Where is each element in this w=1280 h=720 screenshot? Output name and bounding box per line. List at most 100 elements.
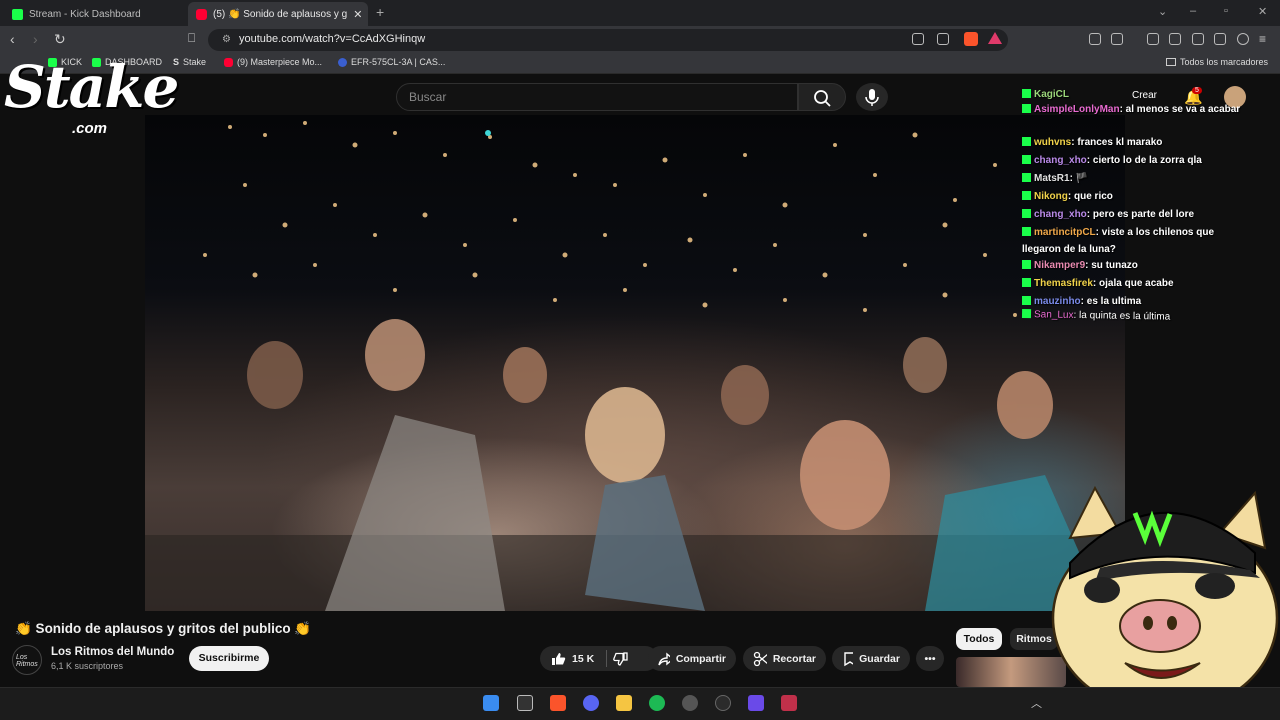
- chat-username: San_Lux: [1033, 309, 1074, 321]
- extensions-icon[interactable]: [1089, 33, 1101, 45]
- kick-badge-icon: [1022, 173, 1031, 182]
- clip-button[interactable]: Recortar: [743, 646, 826, 671]
- search-input[interactable]: [396, 83, 798, 111]
- brave-browser-icon[interactable]: [550, 695, 566, 711]
- bookmark-icon[interactable]: ⎕: [188, 31, 195, 46]
- chat-message: Nikamper9: su tunazo: [1022, 257, 1250, 274]
- new-tab-button[interactable]: +: [376, 4, 384, 20]
- chat-message: AsimpleLonlyMan: al menos se va a acabar: [1022, 101, 1250, 118]
- chat-text: : su tunazo: [1085, 260, 1138, 271]
- system-tray-chevron-icon[interactable]: ︿: [1031, 695, 1042, 711]
- all-bookmarks-folder[interactable]: Todos los marcadores: [1166, 57, 1268, 67]
- like-dislike-group: 15 K: [540, 646, 658, 671]
- url-text[interactable]: youtube.com/watch?v=CcAdXGHinqw: [239, 33, 425, 45]
- chat-message: chang_xho: pero es parte del lore: [1022, 206, 1250, 223]
- menu-icon[interactable]: ≡: [1259, 32, 1266, 46]
- reload-icon[interactable]: ↻: [54, 31, 66, 48]
- chat-text: : la quinta es la última: [1073, 309, 1171, 323]
- leo-icon[interactable]: [1214, 33, 1226, 45]
- more-actions-button[interactable]: •••: [916, 646, 944, 671]
- bookmark-label: Stake: [183, 57, 207, 67]
- spotify-icon[interactable]: [649, 695, 665, 711]
- chat-message: chang_xho: cierto lo de la zorra qla: [1022, 152, 1250, 169]
- subscriber-count: 6,1 K suscriptores: [51, 661, 124, 671]
- save-bookmark-icon: [844, 651, 854, 666]
- tab-youtube-video[interactable]: (5) 👏 Sonido de aplausos y g ✕: [188, 2, 368, 26]
- video-title: 👏 Sonido de aplausos y gritos del public…: [15, 621, 312, 636]
- chat-message: martincitpCL: viste a los chilenos que l…: [1022, 224, 1250, 258]
- grid-app-icon[interactable]: [748, 695, 764, 711]
- bookmark-label: EFR-575CL-3A | CAS...: [351, 57, 446, 67]
- wallet-icon[interactable]: [1192, 33, 1204, 45]
- bookmark-masterpiece[interactable]: (9) Masterpiece Mo...: [224, 57, 322, 67]
- streamer-mascot-cat: [1051, 485, 1279, 702]
- kick-icon: [12, 8, 23, 20]
- share-page-icon[interactable]: [937, 33, 949, 45]
- task-view-icon[interactable]: [517, 695, 533, 711]
- channel-avatar-text: Los Ritmos: [16, 654, 38, 668]
- tab-kick-dashboard[interactable]: Stream - Kick Dashboard: [4, 2, 184, 26]
- minimize-button[interactable]: –: [1190, 5, 1196, 17]
- subscribe-button[interactable]: Suscribirme: [189, 646, 269, 671]
- chat-username: chang_xho: [1034, 155, 1087, 166]
- close-window-button[interactable]: ✕: [1258, 5, 1267, 18]
- share-button[interactable]: Compartir: [648, 646, 736, 671]
- obs-icon[interactable]: [715, 695, 731, 711]
- maximize-button[interactable]: ▫: [1224, 5, 1228, 17]
- bookmark-stake[interactable]: S Stake: [173, 57, 206, 67]
- chat-text: : cierto lo de la zorra qla: [1086, 155, 1202, 166]
- screenshot-icon[interactable]: [1111, 33, 1123, 45]
- like-button[interactable]: 15 K: [550, 651, 594, 667]
- cast-icon[interactable]: [912, 33, 924, 45]
- close-tab-icon[interactable]: ✕: [353, 8, 362, 21]
- channel-avatar[interactable]: Los Ritmos: [12, 645, 42, 675]
- bookmark-casio[interactable]: EFR-575CL-3A | CAS...: [338, 57, 445, 67]
- chat-username: KagiCL: [1034, 89, 1069, 100]
- search-button[interactable]: [798, 83, 846, 111]
- youtube-icon: [196, 8, 207, 20]
- chat-text: : frances kl marako: [1071, 137, 1163, 148]
- brave-rewards-icon[interactable]: [988, 32, 1002, 44]
- search-icon: [814, 90, 831, 107]
- tab-search-icon[interactable]: ⌄: [1158, 5, 1167, 18]
- valorant-icon[interactable]: [781, 695, 797, 711]
- more-icon: •••: [924, 652, 936, 665]
- chat-username: AsimpleLonlyMan: [1034, 104, 1120, 115]
- chat-message: Themasfirek: ojala que acabe: [1022, 275, 1250, 292]
- file-explorer-icon[interactable]: [616, 695, 632, 711]
- tab-label: (5) 👏 Sonido de aplausos y g: [213, 8, 348, 20]
- chip-all[interactable]: Todos: [956, 628, 1002, 650]
- kick-badge-icon: [1022, 278, 1031, 287]
- thumbs-down-icon[interactable]: [613, 651, 629, 667]
- concert-crowd-image: [145, 121, 1125, 611]
- back-icon[interactable]: ‹: [10, 31, 15, 47]
- kick-badge-icon: [1022, 191, 1031, 200]
- search-placeholder: Buscar: [409, 90, 447, 104]
- discord-icon[interactable]: [583, 695, 599, 711]
- all-bookmarks-label: Todos los marcadores: [1180, 57, 1269, 67]
- kick-badge-icon: [1022, 227, 1031, 236]
- chat-username: martincitpCL: [1034, 227, 1096, 238]
- voice-search-button[interactable]: [856, 83, 888, 111]
- channel-name[interactable]: Los Ritmos del Mundo: [51, 646, 174, 658]
- windows-start-icon[interactable]: [483, 695, 499, 711]
- thumbs-up-icon: [552, 652, 566, 665]
- brave-shield-icon[interactable]: [964, 32, 978, 46]
- browser-tab-bar: Stream - Kick Dashboard (5) 👏 Sonido de …: [0, 0, 1280, 26]
- sidebar-icon[interactable]: [1169, 33, 1181, 45]
- media-icon[interactable]: [1147, 33, 1159, 45]
- chat-message: wuhvns: frances kl marako: [1022, 134, 1250, 151]
- forward-icon[interactable]: ›: [33, 31, 38, 47]
- video-player[interactable]: [145, 115, 1125, 611]
- windows-taskbar: [0, 687, 1280, 720]
- app-icon[interactable]: [682, 695, 698, 711]
- folder-icon: [1166, 58, 1176, 66]
- vpn-icon[interactable]: [1237, 33, 1249, 45]
- save-label: Guardar: [859, 652, 900, 665]
- site-info-icon[interactable]: ⚙: [222, 34, 231, 45]
- tab-label: Stream - Kick Dashboard: [29, 8, 141, 20]
- kick-badge-icon: [1022, 104, 1031, 113]
- save-button[interactable]: Guardar: [832, 646, 910, 671]
- share-icon: [658, 652, 670, 665]
- stake-logo: Stake: [4, 53, 179, 121]
